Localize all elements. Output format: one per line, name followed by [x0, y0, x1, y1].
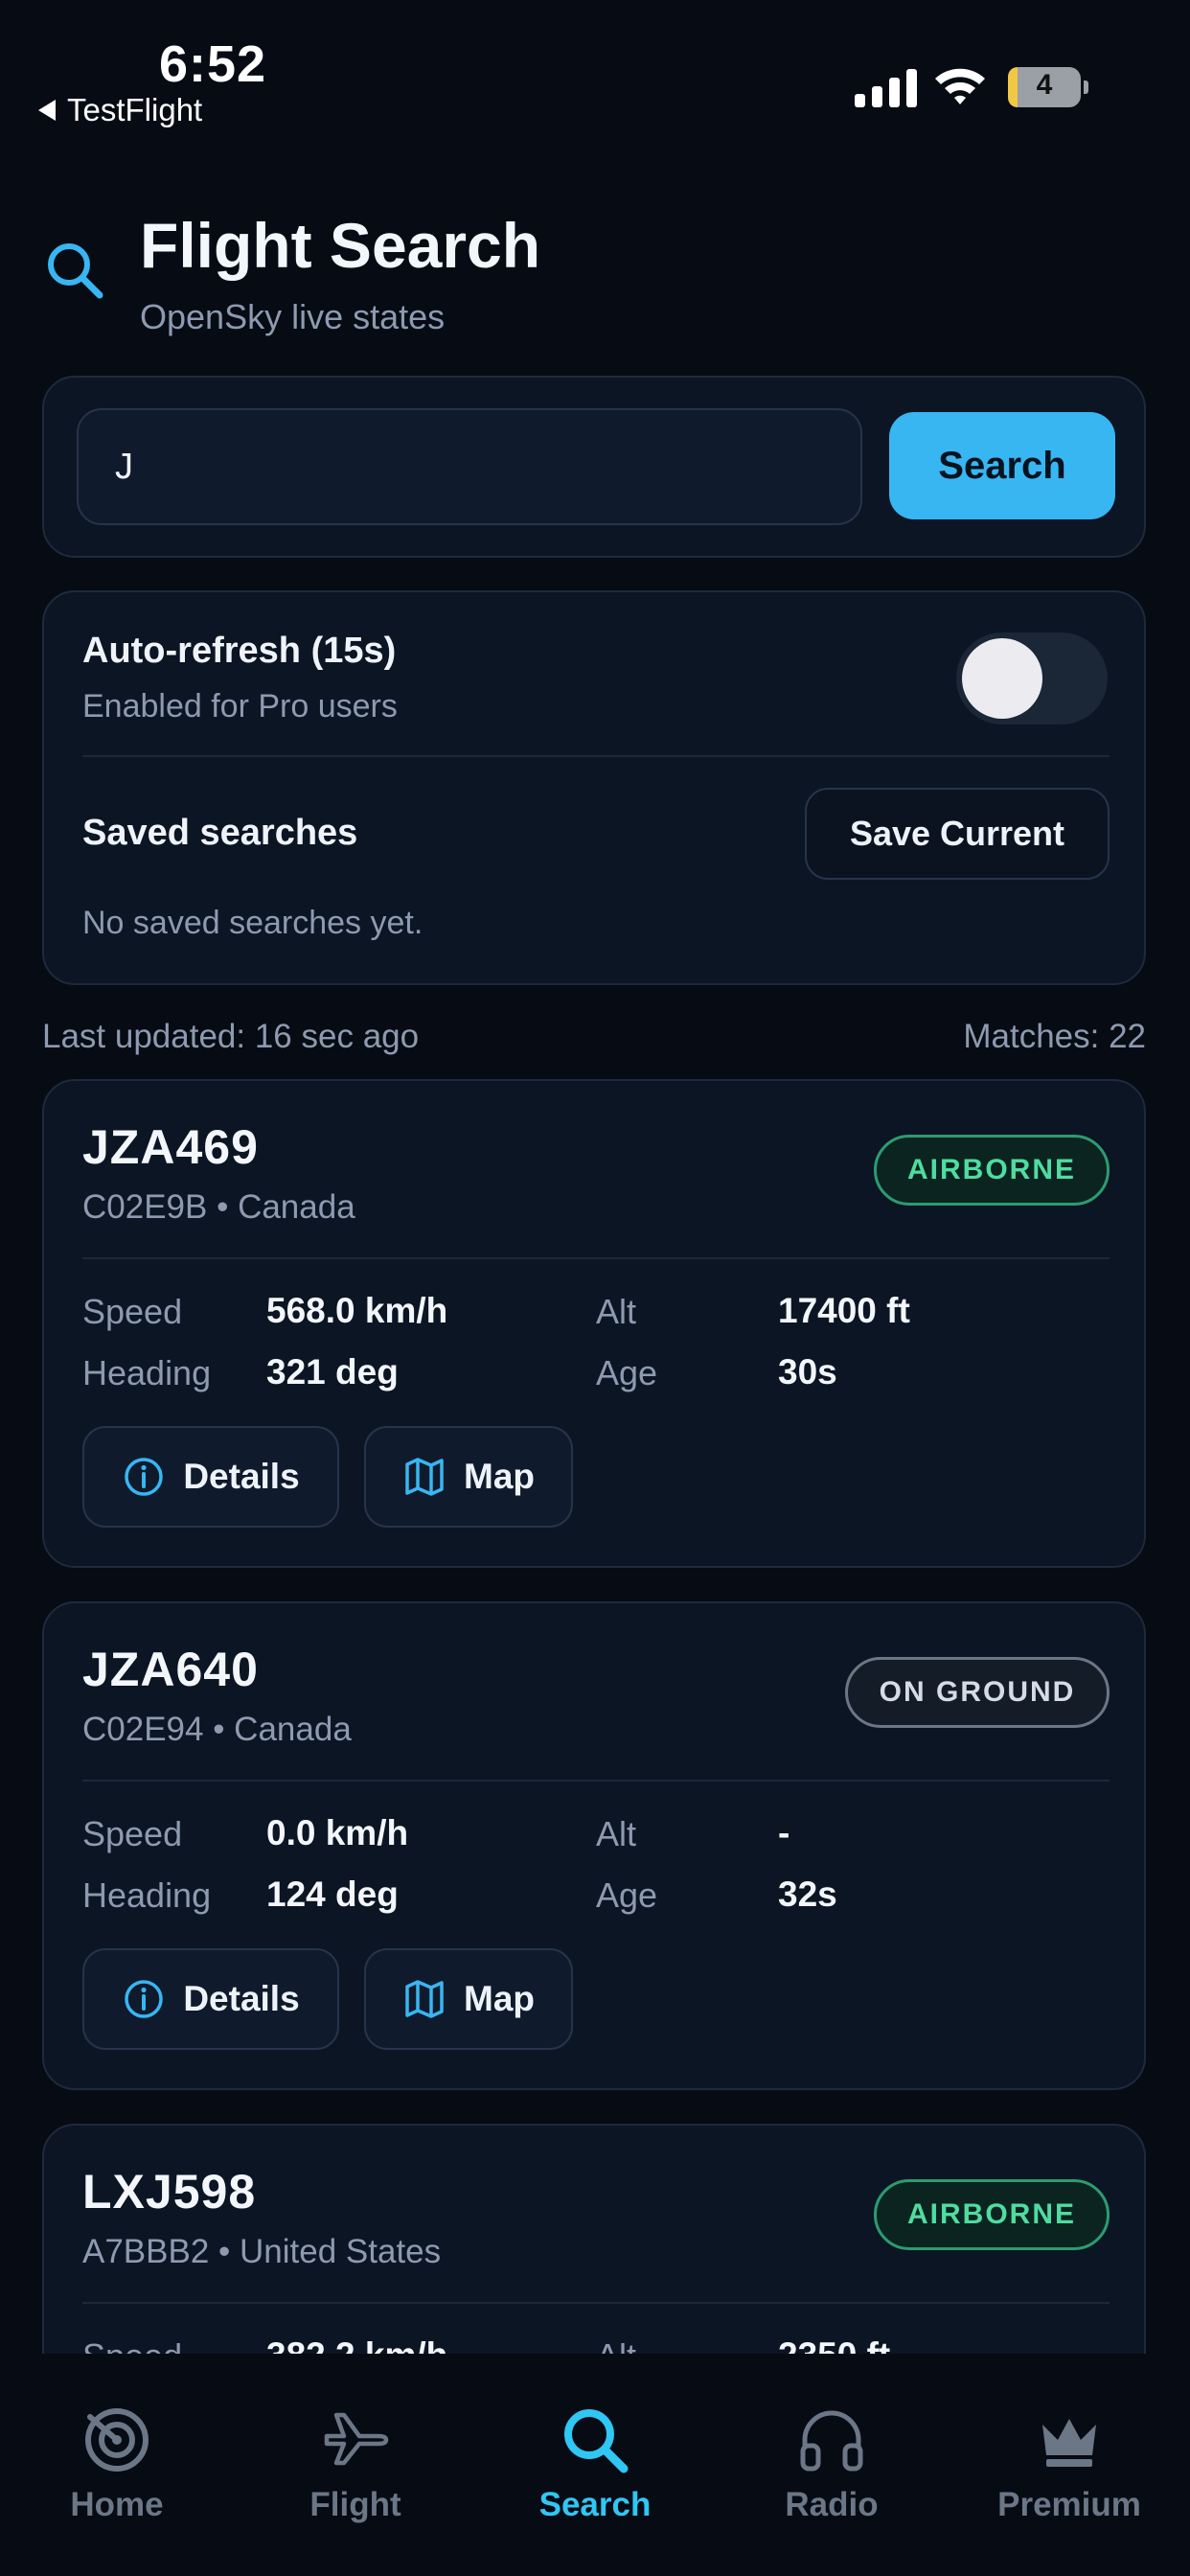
tab-home[interactable]: Home [21, 2404, 213, 2524]
heading-label: Heading [82, 1353, 212, 1392]
alt-label: Alt [596, 1292, 637, 1331]
search-input[interactable] [77, 408, 862, 525]
details-label: Details [183, 1457, 300, 1496]
details-label: Details [183, 1979, 300, 2018]
speed-label: Speed [82, 1292, 183, 1331]
crown-icon [1042, 2419, 1096, 2467]
heading-value: 321 deg [266, 1352, 399, 1392]
auto-refresh-toggle[interactable] [956, 632, 1108, 724]
back-arrow-icon [38, 100, 56, 121]
status-badge: AIRBORNE [874, 1135, 1110, 1206]
speed-label: Speed [82, 1814, 183, 1853]
divider [82, 1257, 1110, 1259]
map-button[interactable]: Map [364, 1948, 573, 2050]
tab-premium[interactable]: Premium [973, 2404, 1165, 2524]
divider [82, 2302, 1110, 2304]
status-time: 6:52 [159, 35, 267, 93]
flight-callsign: JZA640 [82, 1643, 259, 1696]
age-label: Age [596, 1353, 658, 1392]
status-badge: AIRBORNE [874, 2179, 1110, 2250]
flight-callsign: LXJ598 [82, 2165, 257, 2219]
saved-searches-title: Saved searches [82, 813, 358, 853]
auto-refresh-label: Auto-refresh (15s) [82, 631, 397, 671]
age-value: 32s [778, 1874, 837, 1914]
map-icon [405, 1458, 444, 1496]
page-title: Flight Search [140, 210, 541, 281]
age-value: 30s [778, 1352, 837, 1392]
details-button[interactable]: Details [82, 1948, 339, 2050]
tab-label: Flight [309, 2486, 401, 2523]
back-to-app-button[interactable]: TestFlight [38, 92, 202, 128]
speed-value: 568.0 km/h [266, 1291, 448, 1330]
wifi-icon [935, 68, 985, 104]
page-subtitle: OpenSky live states [140, 297, 446, 336]
save-current-button[interactable]: Save Current [805, 788, 1110, 880]
divider [82, 755, 1110, 757]
search-card: Search [42, 376, 1146, 558]
info-icon [125, 1458, 164, 1496]
alt-label: Alt [596, 1814, 637, 1853]
last-updated: Last updated: 16 sec ago [42, 1018, 420, 1055]
heading-value: 124 deg [266, 1874, 399, 1914]
matches-count: Matches: 22 [963, 1018, 1146, 1055]
tab-radio[interactable]: Radio [736, 2404, 927, 2524]
alt-value: 17400 ft [778, 1291, 910, 1330]
map-label: Map [464, 1457, 535, 1496]
flight-card[interactable]: JZA469 C02E9B • Canada AIRBORNE Speed 56… [42, 1079, 1146, 1568]
flight-origin: C02E9B • Canada [82, 1188, 355, 1226]
search-icon [564, 2409, 629, 2473]
search-button[interactable]: Search [889, 412, 1115, 519]
tab-bar: Home Flight Search Radio Premium [0, 2354, 1190, 2576]
flight-origin: C02E94 • Canada [82, 1711, 352, 1748]
tab-label: Premium [997, 2486, 1141, 2523]
details-button[interactable]: Details [82, 1426, 339, 1528]
back-app-label: TestFlight [67, 92, 203, 127]
settings-card: Auto-refresh (15s) Enabled for Pro users… [42, 590, 1146, 985]
tab-search[interactable]: Search [499, 2404, 691, 2524]
battery-icon: 4 [1008, 67, 1088, 107]
age-label: Age [596, 1875, 658, 1915]
tab-flight[interactable]: Flight [260, 2404, 451, 2524]
map-icon [405, 1980, 444, 2018]
headphones-icon [800, 2410, 863, 2472]
tab-label: Radio [785, 2486, 879, 2523]
speed-value: 0.0 km/h [266, 1813, 409, 1852]
radar-icon [85, 2408, 149, 2472]
info-icon [125, 1980, 164, 2018]
toggle-knob [962, 638, 1042, 719]
airplane-icon [324, 2412, 389, 2466]
flight-callsign: JZA469 [82, 1120, 259, 1174]
map-label: Map [464, 1979, 535, 2018]
tab-label: Search [538, 2486, 652, 2523]
flight-card[interactable]: JZA640 C02E94 • Canada ON GROUND Speed 0… [42, 1601, 1146, 2090]
saved-searches-empty: No saved searches yet. [82, 905, 423, 941]
battery-level: 4 [1036, 69, 1053, 101]
status-badge: ON GROUND [845, 1657, 1110, 1728]
tab-label: Home [70, 2486, 164, 2523]
map-button[interactable]: Map [364, 1426, 573, 1528]
heading-label: Heading [82, 1875, 212, 1915]
status-bar: 6:52 TestFlight 4 [0, 0, 1190, 134]
flight-origin: A7BBB2 • United States [82, 2233, 442, 2270]
alt-value: - [778, 1813, 790, 1852]
auto-refresh-sublabel: Enabled for Pro users [82, 688, 398, 724]
divider [82, 1780, 1110, 1782]
cellular-signal-icon [855, 67, 917, 107]
search-icon [48, 243, 103, 299]
